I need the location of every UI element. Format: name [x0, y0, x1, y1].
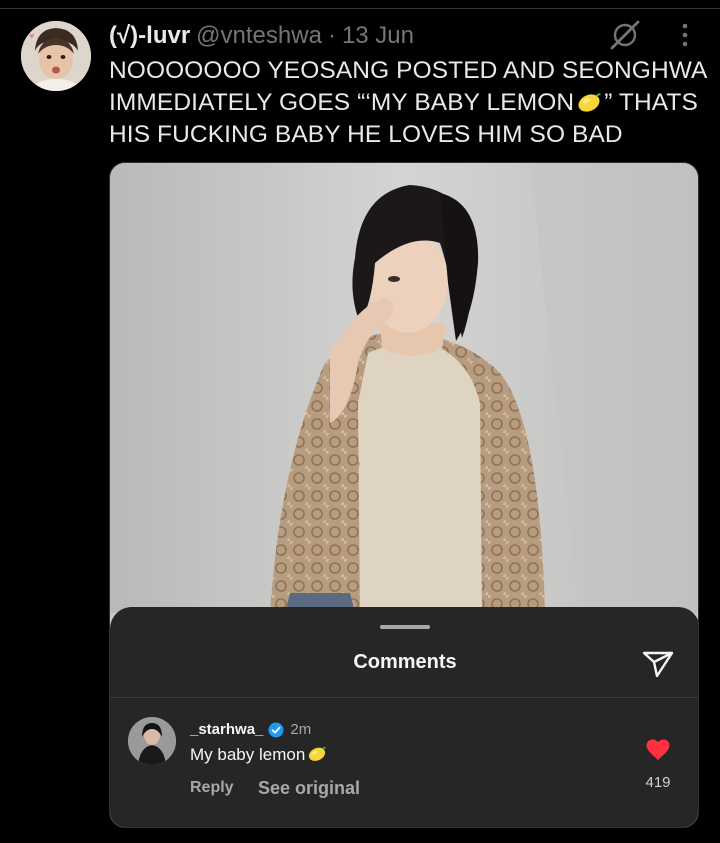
send-icon[interactable] — [640, 645, 676, 681]
tweet-text: NOOOOOOO YEOSANG POSTED AND SEONGHWA IMM… — [109, 55, 709, 151]
comment-username[interactable]: _starhwa_ — [190, 721, 263, 738]
see-original-button[interactable]: See original — [258, 778, 360, 799]
commenter-avatar[interactable] — [128, 717, 176, 765]
like-count: 419 — [645, 774, 671, 791]
grok-icon[interactable] — [608, 18, 642, 52]
separator-dot: · — [327, 22, 336, 49]
comment-header: _starhwa_ 2m — [190, 721, 311, 738]
sheet-divider — [110, 697, 698, 698]
lemon-emoji-icon — [578, 93, 602, 112]
tweet-media[interactable]: Comments _starhwa_ 2m My baby lemon Repl… — [109, 162, 699, 828]
lemon-emoji-icon — [309, 746, 327, 761]
sheet-grabber[interactable] — [380, 625, 430, 629]
tweet-date[interactable]: 13 Jun — [342, 22, 414, 50]
verified-badge-icon — [268, 722, 284, 737]
more-options-icon[interactable] — [674, 20, 696, 50]
tweet-header: (√)-luvr @vnteshwa · 13 Jun — [109, 22, 414, 52]
reply-button[interactable]: Reply — [190, 779, 234, 797]
comments-title: Comments — [353, 651, 457, 673]
top-divider — [0, 8, 720, 9]
comments-sheet: Comments _starhwa_ 2m My baby lemon Repl… — [110, 607, 698, 827]
comment-body: My baby lemon — [190, 745, 327, 765]
author-handle[interactable]: @vnteshwa — [196, 22, 322, 50]
comment-text: My baby lemon — [190, 745, 306, 764]
author-display-name[interactable]: (√)-luvr — [109, 22, 190, 50]
media-photo — [110, 163, 698, 613]
svg-text:♥: ♥ — [29, 31, 34, 41]
comment-time: 2m — [290, 721, 312, 738]
author-avatar[interactable]: ♥ — [21, 21, 91, 91]
heart-icon[interactable] — [646, 739, 670, 761]
